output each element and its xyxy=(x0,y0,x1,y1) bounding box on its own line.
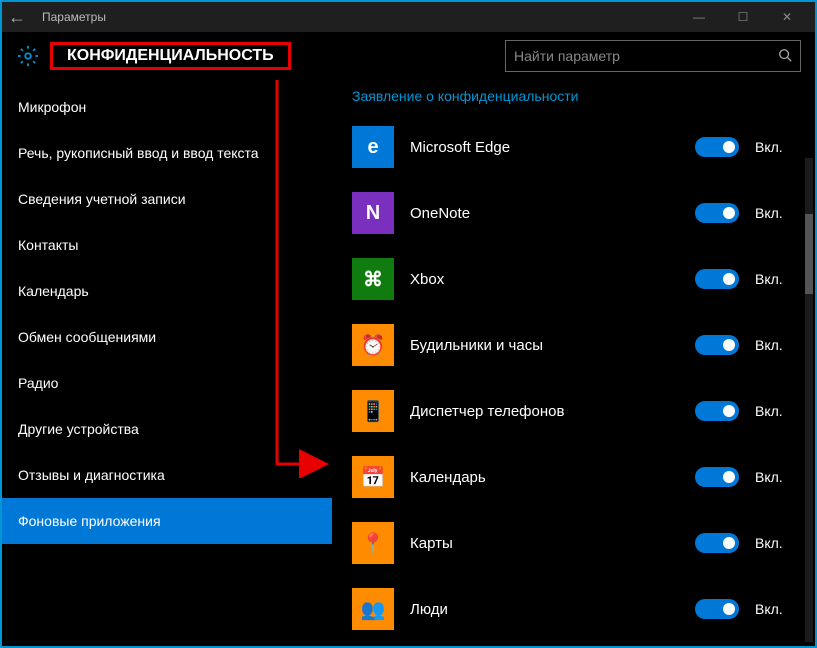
toggle-state-label: Вкл. xyxy=(755,139,795,155)
toggle-state-label: Вкл. xyxy=(755,403,795,419)
sidebar-item-label: Календарь xyxy=(18,283,89,299)
maps-icon: 📍 xyxy=(352,522,394,564)
sidebar-item-5[interactable]: Обмен сообщениями xyxy=(2,314,332,360)
app-name-label: Будильники и часы xyxy=(410,337,679,354)
sidebar-item-0[interactable]: Микрофон xyxy=(2,84,332,130)
toggle-switch[interactable] xyxy=(695,533,739,553)
toggle-switch[interactable] xyxy=(695,335,739,355)
alarm-icon: ⏰ xyxy=(352,324,394,366)
window-title: Параметры xyxy=(42,10,106,24)
sidebar-item-1[interactable]: Речь, рукописный ввод и ввод текста xyxy=(2,130,332,176)
sidebar-item-label: Радио xyxy=(18,375,58,391)
toggle-switch[interactable] xyxy=(695,467,739,487)
sidebar-item-label: Сведения учетной записи xyxy=(18,191,186,207)
sidebar-item-label: Обмен сообщениями xyxy=(18,329,156,345)
app-name-label: Диспетчер телефонов xyxy=(410,403,679,420)
sidebar-item-label: Другие устройства xyxy=(18,421,139,437)
back-button[interactable]: ← xyxy=(8,7,38,28)
toggle-switch[interactable] xyxy=(695,203,739,223)
toggle-state-label: Вкл. xyxy=(755,271,795,287)
maximize-button[interactable]: ☐ xyxy=(721,2,765,32)
settings-window: ← Параметры — ☐ ✕ КОНФИДЕНЦИАЛЬНОСТЬ Мик… xyxy=(0,0,817,648)
sidebar-item-2[interactable]: Сведения учетной записи xyxy=(2,176,332,222)
app-row: 📱 Диспетчер телефонов Вкл. xyxy=(352,378,795,444)
app-name-label: OneNote xyxy=(410,205,679,222)
sidebar-item-3[interactable]: Контакты xyxy=(2,222,332,268)
app-name-label: Карты xyxy=(410,535,679,552)
app-row: 🛍МагазинВкл. xyxy=(352,642,795,646)
close-button[interactable]: ✕ xyxy=(765,2,809,32)
app-row: N OneNote Вкл. xyxy=(352,180,795,246)
sidebar-item-label: Микрофон xyxy=(18,99,86,115)
app-name-label: Microsoft Edge xyxy=(410,139,679,156)
content-panel: Заявление о конфиденциальности e Microsof… xyxy=(332,80,815,646)
calendar-icon: 📅 xyxy=(352,456,394,498)
xbox-icon: ⌘ xyxy=(352,258,394,300)
sidebar-item-label: Фоновые приложения xyxy=(18,513,161,529)
sidebar-item-4[interactable]: Календарь xyxy=(2,268,332,314)
sidebar-item-8[interactable]: Отзывы и диагностика xyxy=(2,452,332,498)
phone-companion-icon: 📱 xyxy=(352,390,394,432)
sidebar-item-label: Контакты xyxy=(18,237,78,253)
app-row: 👥 Люди Вкл. xyxy=(352,576,795,642)
content-scrollbar[interactable] xyxy=(805,158,813,642)
toggle-state-label: Вкл. xyxy=(755,337,795,353)
app-name-label: Люди xyxy=(410,601,679,618)
toggle-state-label: Вкл. xyxy=(755,469,795,485)
sidebar-item-6[interactable]: Радио xyxy=(2,360,332,406)
search-box[interactable] xyxy=(505,40,801,72)
minimize-button[interactable]: — xyxy=(677,2,721,32)
titlebar: ← Параметры — ☐ ✕ xyxy=(2,2,815,32)
onenote-icon: N xyxy=(352,192,394,234)
sidebar-item-label: Отзывы и диагностика xyxy=(18,467,165,483)
toggle-switch[interactable] xyxy=(695,599,739,619)
toggle-state-label: Вкл. xyxy=(755,205,795,221)
page-title: КОНФИДЕНЦИАЛЬНОСТЬ xyxy=(59,45,282,67)
app-name-label: Xbox xyxy=(410,271,679,288)
sidebar-item-9[interactable]: Фоновые приложения xyxy=(2,498,332,544)
app-row: 📅 Календарь Вкл. xyxy=(352,444,795,510)
sidebar: Микрофон Речь, рукописный ввод и ввод тек… xyxy=(2,80,332,646)
app-row: ⌘ Xbox Вкл. xyxy=(352,246,795,312)
app-row: e Microsoft Edge Вкл. xyxy=(352,114,795,180)
page-title-highlight: КОНФИДЕНЦИАЛЬНОСТЬ xyxy=(50,42,291,70)
search-icon xyxy=(778,48,792,65)
people-icon: 👥 xyxy=(352,588,394,630)
toggle-switch[interactable] xyxy=(695,269,739,289)
scroll-thumb[interactable] xyxy=(805,214,813,294)
app-row: ⏰ Будильники и часы Вкл. xyxy=(352,312,795,378)
privacy-statement-link[interactable]: Заявление о конфиденциальности xyxy=(352,88,795,104)
body: Микрофон Речь, рукописный ввод и ввод тек… xyxy=(2,80,815,646)
edge-icon: e xyxy=(352,126,394,168)
search-input[interactable] xyxy=(514,48,778,64)
toggle-state-label: Вкл. xyxy=(755,535,795,551)
app-name-label: Календарь xyxy=(410,469,679,486)
sidebar-item-label: Речь, рукописный ввод и ввод текста xyxy=(18,145,259,161)
toggle-state-label: Вкл. xyxy=(755,601,795,617)
toggle-switch[interactable] xyxy=(695,137,739,157)
toggle-switch[interactable] xyxy=(695,401,739,421)
app-row: 📍 Карты Вкл. xyxy=(352,510,795,576)
gear-icon xyxy=(16,44,40,68)
sidebar-item-7[interactable]: Другие устройства xyxy=(2,406,332,452)
header: КОНФИДЕНЦИАЛЬНОСТЬ xyxy=(2,32,815,80)
